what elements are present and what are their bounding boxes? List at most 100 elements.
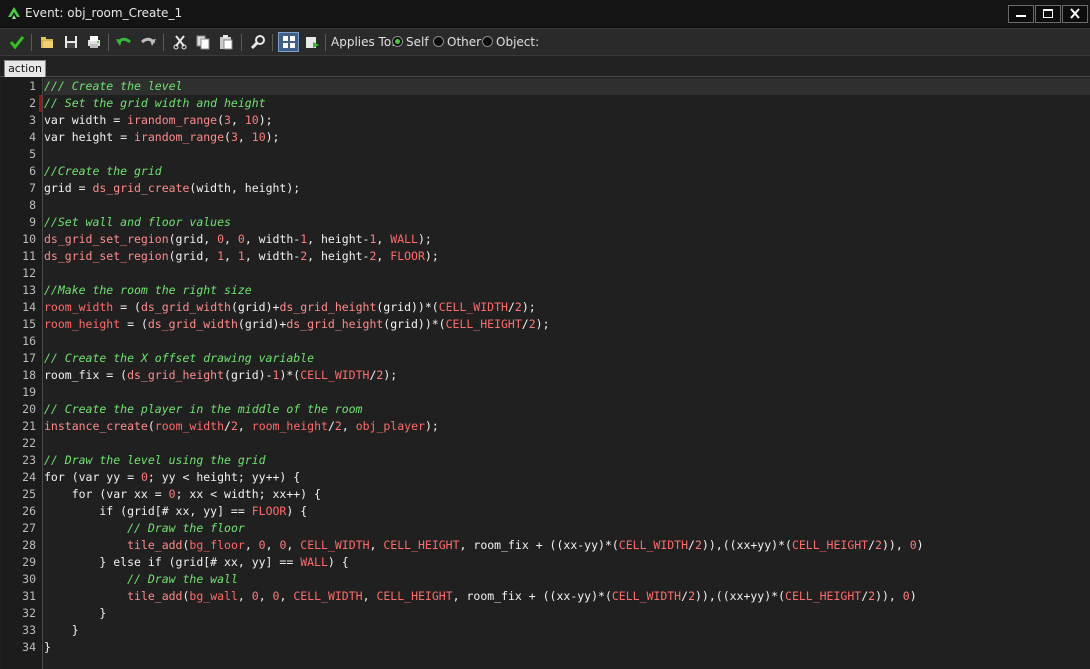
- code-line[interactable]: 7 grid = ds_grid_create(width, height);: [2, 180, 1090, 197]
- code-line[interactable]: 28 tile_add(bg_floor, 0, 0, CELL_WIDTH, …: [2, 537, 1090, 554]
- code-text[interactable]: if (grid[# xx, yy] == FLOOR) {: [44, 503, 307, 520]
- code-line[interactable]: 3 var width = irandom_range(3, 10);: [2, 112, 1090, 129]
- code-text[interactable]: // Create the X offset drawing variable: [44, 350, 314, 367]
- code-line[interactable]: 21 instance_create(room_width/2, room_hei…: [2, 418, 1090, 435]
- code-line[interactable]: 14 room_width = (ds_grid_width(grid)+ds_g…: [2, 299, 1090, 316]
- code-line[interactable]: 29 } else if (grid[# xx, yy] == WALL) {: [2, 554, 1090, 571]
- code-line[interactable]: 2 // Set the grid width and height: [2, 95, 1090, 112]
- code-line[interactable]: 13 //Make the room the right size: [2, 282, 1090, 299]
- code-line[interactable]: 25 for (var xx = 0; xx < width; xx++) {: [2, 486, 1090, 503]
- code-text[interactable]: var width = irandom_range(3, 10);: [44, 112, 273, 129]
- code-text[interactable]: for (var xx = 0; xx < width; xx++) {: [44, 486, 321, 503]
- code-text[interactable]: // Draw the level using the grid: [44, 452, 266, 469]
- code-text[interactable]: /// Create the level: [44, 78, 1090, 95]
- copy-icon[interactable]: [193, 33, 213, 51]
- code-text[interactable]: // Create the player in the middle of th…: [44, 401, 363, 418]
- code-text[interactable]: } else if (grid[# xx, yy] == WALL) {: [44, 554, 348, 571]
- code-line[interactable]: 22: [2, 435, 1090, 452]
- code-text[interactable]: tile_add(bg_floor, 0, 0, CELL_WIDTH, CEL…: [44, 537, 923, 554]
- other-label[interactable]: Other: [447, 35, 481, 49]
- code-lines[interactable]: 1 /// Create the level 2 // Set the grid wi…: [2, 78, 1090, 656]
- self-radio[interactable]: [392, 36, 403, 47]
- code-line[interactable]: 10 ds_grid_set_region(grid, 0, 0, width-1…: [2, 231, 1090, 248]
- object-radio[interactable]: [482, 36, 493, 47]
- print-icon[interactable]: [84, 33, 104, 51]
- code-line[interactable]: 8: [2, 197, 1090, 214]
- code-text[interactable]: //Create the grid: [44, 163, 162, 180]
- code-line[interactable]: 1 /// Create the level: [2, 78, 1090, 95]
- code-line[interactable]: 33 }: [2, 622, 1090, 639]
- line-number: 21: [22, 419, 36, 433]
- code-line[interactable]: 24 for (var yy = 0; yy < height; yy++) {: [2, 469, 1090, 486]
- code-line[interactable]: 9 //Set wall and floor values: [2, 214, 1090, 231]
- line-number: 7: [29, 181, 36, 195]
- line-number: 20: [22, 402, 36, 416]
- code-line[interactable]: 4 var height = irandom_range(3, 10);: [2, 129, 1090, 146]
- title-bar: Event: obj_room_Create_1: [0, 0, 1090, 28]
- code-text[interactable]: room_height = (ds_grid_width(grid)+ds_gr…: [44, 316, 550, 333]
- line-number: 32: [22, 606, 36, 620]
- code-text[interactable]: room_width = (ds_grid_width(grid)+ds_gri…: [44, 299, 536, 316]
- self-label[interactable]: Self: [406, 35, 429, 49]
- line-number: 15: [22, 317, 36, 331]
- code-line[interactable]: 17 // Create the X offset drawing variabl…: [2, 350, 1090, 367]
- code-text[interactable]: }: [44, 639, 51, 656]
- code-line[interactable]: 18 room_fix = (ds_grid_height(grid)-1)*(C…: [2, 367, 1090, 384]
- code-line[interactable]: 15 room_height = (ds_grid_width(grid)+ds_…: [2, 316, 1090, 333]
- code-line[interactable]: 30 // Draw the wall: [2, 571, 1090, 588]
- other-radio[interactable]: [433, 36, 444, 47]
- code-text[interactable]: //Set wall and floor values: [44, 214, 231, 231]
- save-icon[interactable]: [61, 33, 81, 51]
- line-number: 26: [22, 504, 36, 518]
- checkmark-icon[interactable]: [7, 33, 27, 51]
- code-text[interactable]: ds_grid_set_region(grid, 1, 1, width-2, …: [44, 248, 439, 265]
- code-line[interactable]: 20 // Create the player in the middle of …: [2, 401, 1090, 418]
- find-icon[interactable]: [248, 33, 268, 51]
- line-number: 8: [29, 198, 36, 212]
- code-line[interactable]: 6 //Create the grid: [2, 163, 1090, 180]
- code-line[interactable]: 19: [2, 384, 1090, 401]
- syntax-check-icon[interactable]: [278, 32, 299, 52]
- line-number: 23: [22, 453, 36, 467]
- line-number: 33: [22, 623, 36, 637]
- tab-action[interactable]: action: [4, 60, 46, 77]
- code-text[interactable]: // Draw the wall: [44, 571, 238, 588]
- code-text[interactable]: //Make the room the right size: [44, 282, 252, 299]
- code-text[interactable]: grid = ds_grid_create(width, height);: [44, 180, 300, 197]
- code-text[interactable]: for (var yy = 0; yy < height; yy++) {: [44, 469, 300, 486]
- paste-icon[interactable]: [216, 33, 236, 51]
- object-label[interactable]: Object:: [496, 35, 539, 49]
- open-folder-icon[interactable]: [37, 33, 57, 51]
- test-icon[interactable]: [302, 33, 322, 51]
- maximize-icon[interactable]: [1035, 5, 1061, 23]
- code-line[interactable]: 34}: [2, 639, 1090, 656]
- code-text[interactable]: }: [44, 605, 106, 622]
- line-number: 5: [29, 147, 36, 161]
- code-text[interactable]: var height = irandom_range(3, 10);: [44, 129, 279, 146]
- line-number: 17: [22, 351, 36, 365]
- code-line[interactable]: 16: [2, 333, 1090, 350]
- toolbar: Applies To: Self Other Object:: [0, 28, 1090, 56]
- code-line[interactable]: 23 // Draw the level using the grid: [2, 452, 1090, 469]
- code-text[interactable]: // Set the grid width and height: [44, 95, 266, 112]
- code-line[interactable]: 11 ds_grid_set_region(grid, 1, 1, width-2…: [2, 248, 1090, 265]
- code-text[interactable]: instance_create(room_width/2, room_heigh…: [44, 418, 439, 435]
- code-editor[interactable]: 1 /// Create the level 2 // Set the grid wi…: [2, 78, 1090, 669]
- code-line[interactable]: 26 if (grid[# xx, yy] == FLOOR) {: [2, 503, 1090, 520]
- code-line[interactable]: 27 // Draw the floor: [2, 520, 1090, 537]
- line-number: 11: [22, 249, 36, 263]
- code-line[interactable]: 12: [2, 265, 1090, 282]
- minimize-icon[interactable]: [1008, 5, 1034, 23]
- code-text[interactable]: // Draw the floor: [44, 520, 245, 537]
- code-line[interactable]: 5: [2, 146, 1090, 163]
- cut-icon[interactable]: [170, 33, 190, 51]
- code-text[interactable]: ds_grid_set_region(grid, 0, 0, width-1, …: [44, 231, 432, 248]
- redo-icon[interactable]: [138, 33, 158, 51]
- undo-icon[interactable]: [114, 33, 134, 51]
- code-text[interactable]: room_fix = (ds_grid_height(grid)-1)*(CEL…: [44, 367, 397, 384]
- code-text[interactable]: }: [44, 622, 79, 639]
- code-line[interactable]: 32 }: [2, 605, 1090, 622]
- close-icon[interactable]: [1062, 5, 1088, 23]
- code-text[interactable]: tile_add(bg_wall, 0, 0, CELL_WIDTH, CELL…: [44, 588, 917, 605]
- code-line[interactable]: 31 tile_add(bg_wall, 0, 0, CELL_WIDTH, C…: [2, 588, 1090, 605]
